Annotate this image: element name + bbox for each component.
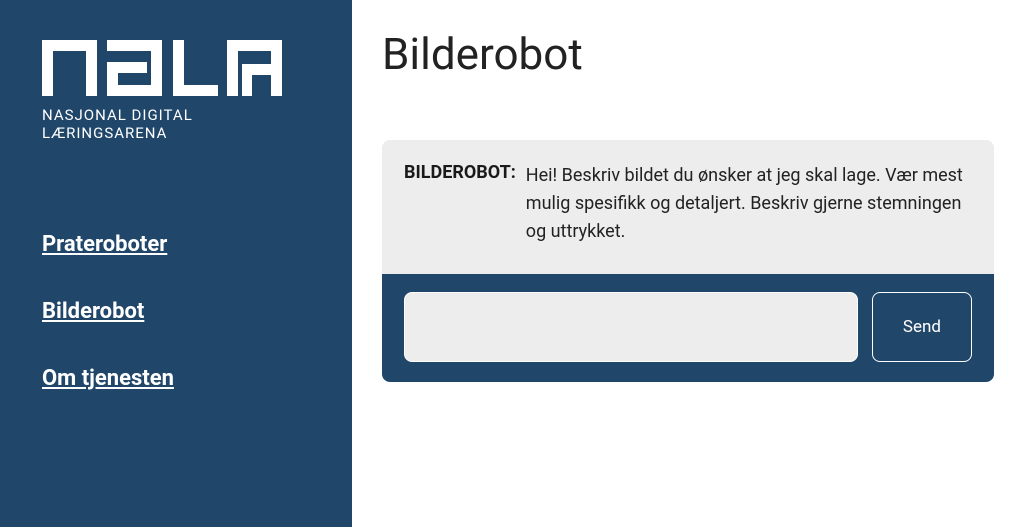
sidebar-nav: Prateroboter Bilderobot Om tjenesten <box>42 232 310 391</box>
sidebar-item-bilderobot[interactable]: Bilderobot <box>42 299 310 324</box>
send-button[interactable]: Send <box>872 292 972 362</box>
sidebar-item-om-tjenesten[interactable]: Om tjenesten <box>42 366 310 391</box>
logo-wordmark <box>42 40 282 96</box>
logo: NASJONAL DIGITAL LÆRINGSARENA <box>42 40 310 142</box>
page-title: Bilderobot <box>382 28 994 80</box>
chat-input-row: Send <box>382 274 994 382</box>
message-text: Hei! Beskriv bildet du ønsker at jeg ska… <box>526 162 966 246</box>
chat-panel: BILDEROBOT: Hei! Beskriv bildet du ønske… <box>382 140 994 382</box>
logo-subtitle: NASJONAL DIGITAL LÆRINGSARENA <box>42 106 310 142</box>
sidebar-item-prateroboter[interactable]: Prateroboter <box>42 232 310 257</box>
main-content: Bilderobot BILDEROBOT: Hei! Beskriv bild… <box>352 0 1024 527</box>
sidebar: NASJONAL DIGITAL LÆRINGSARENA Praterobot… <box>0 0 352 527</box>
chat-input[interactable] <box>404 292 858 362</box>
chat-message: BILDEROBOT: Hei! Beskriv bildet du ønske… <box>382 140 994 274</box>
message-sender-label: BILDEROBOT: <box>404 162 516 246</box>
